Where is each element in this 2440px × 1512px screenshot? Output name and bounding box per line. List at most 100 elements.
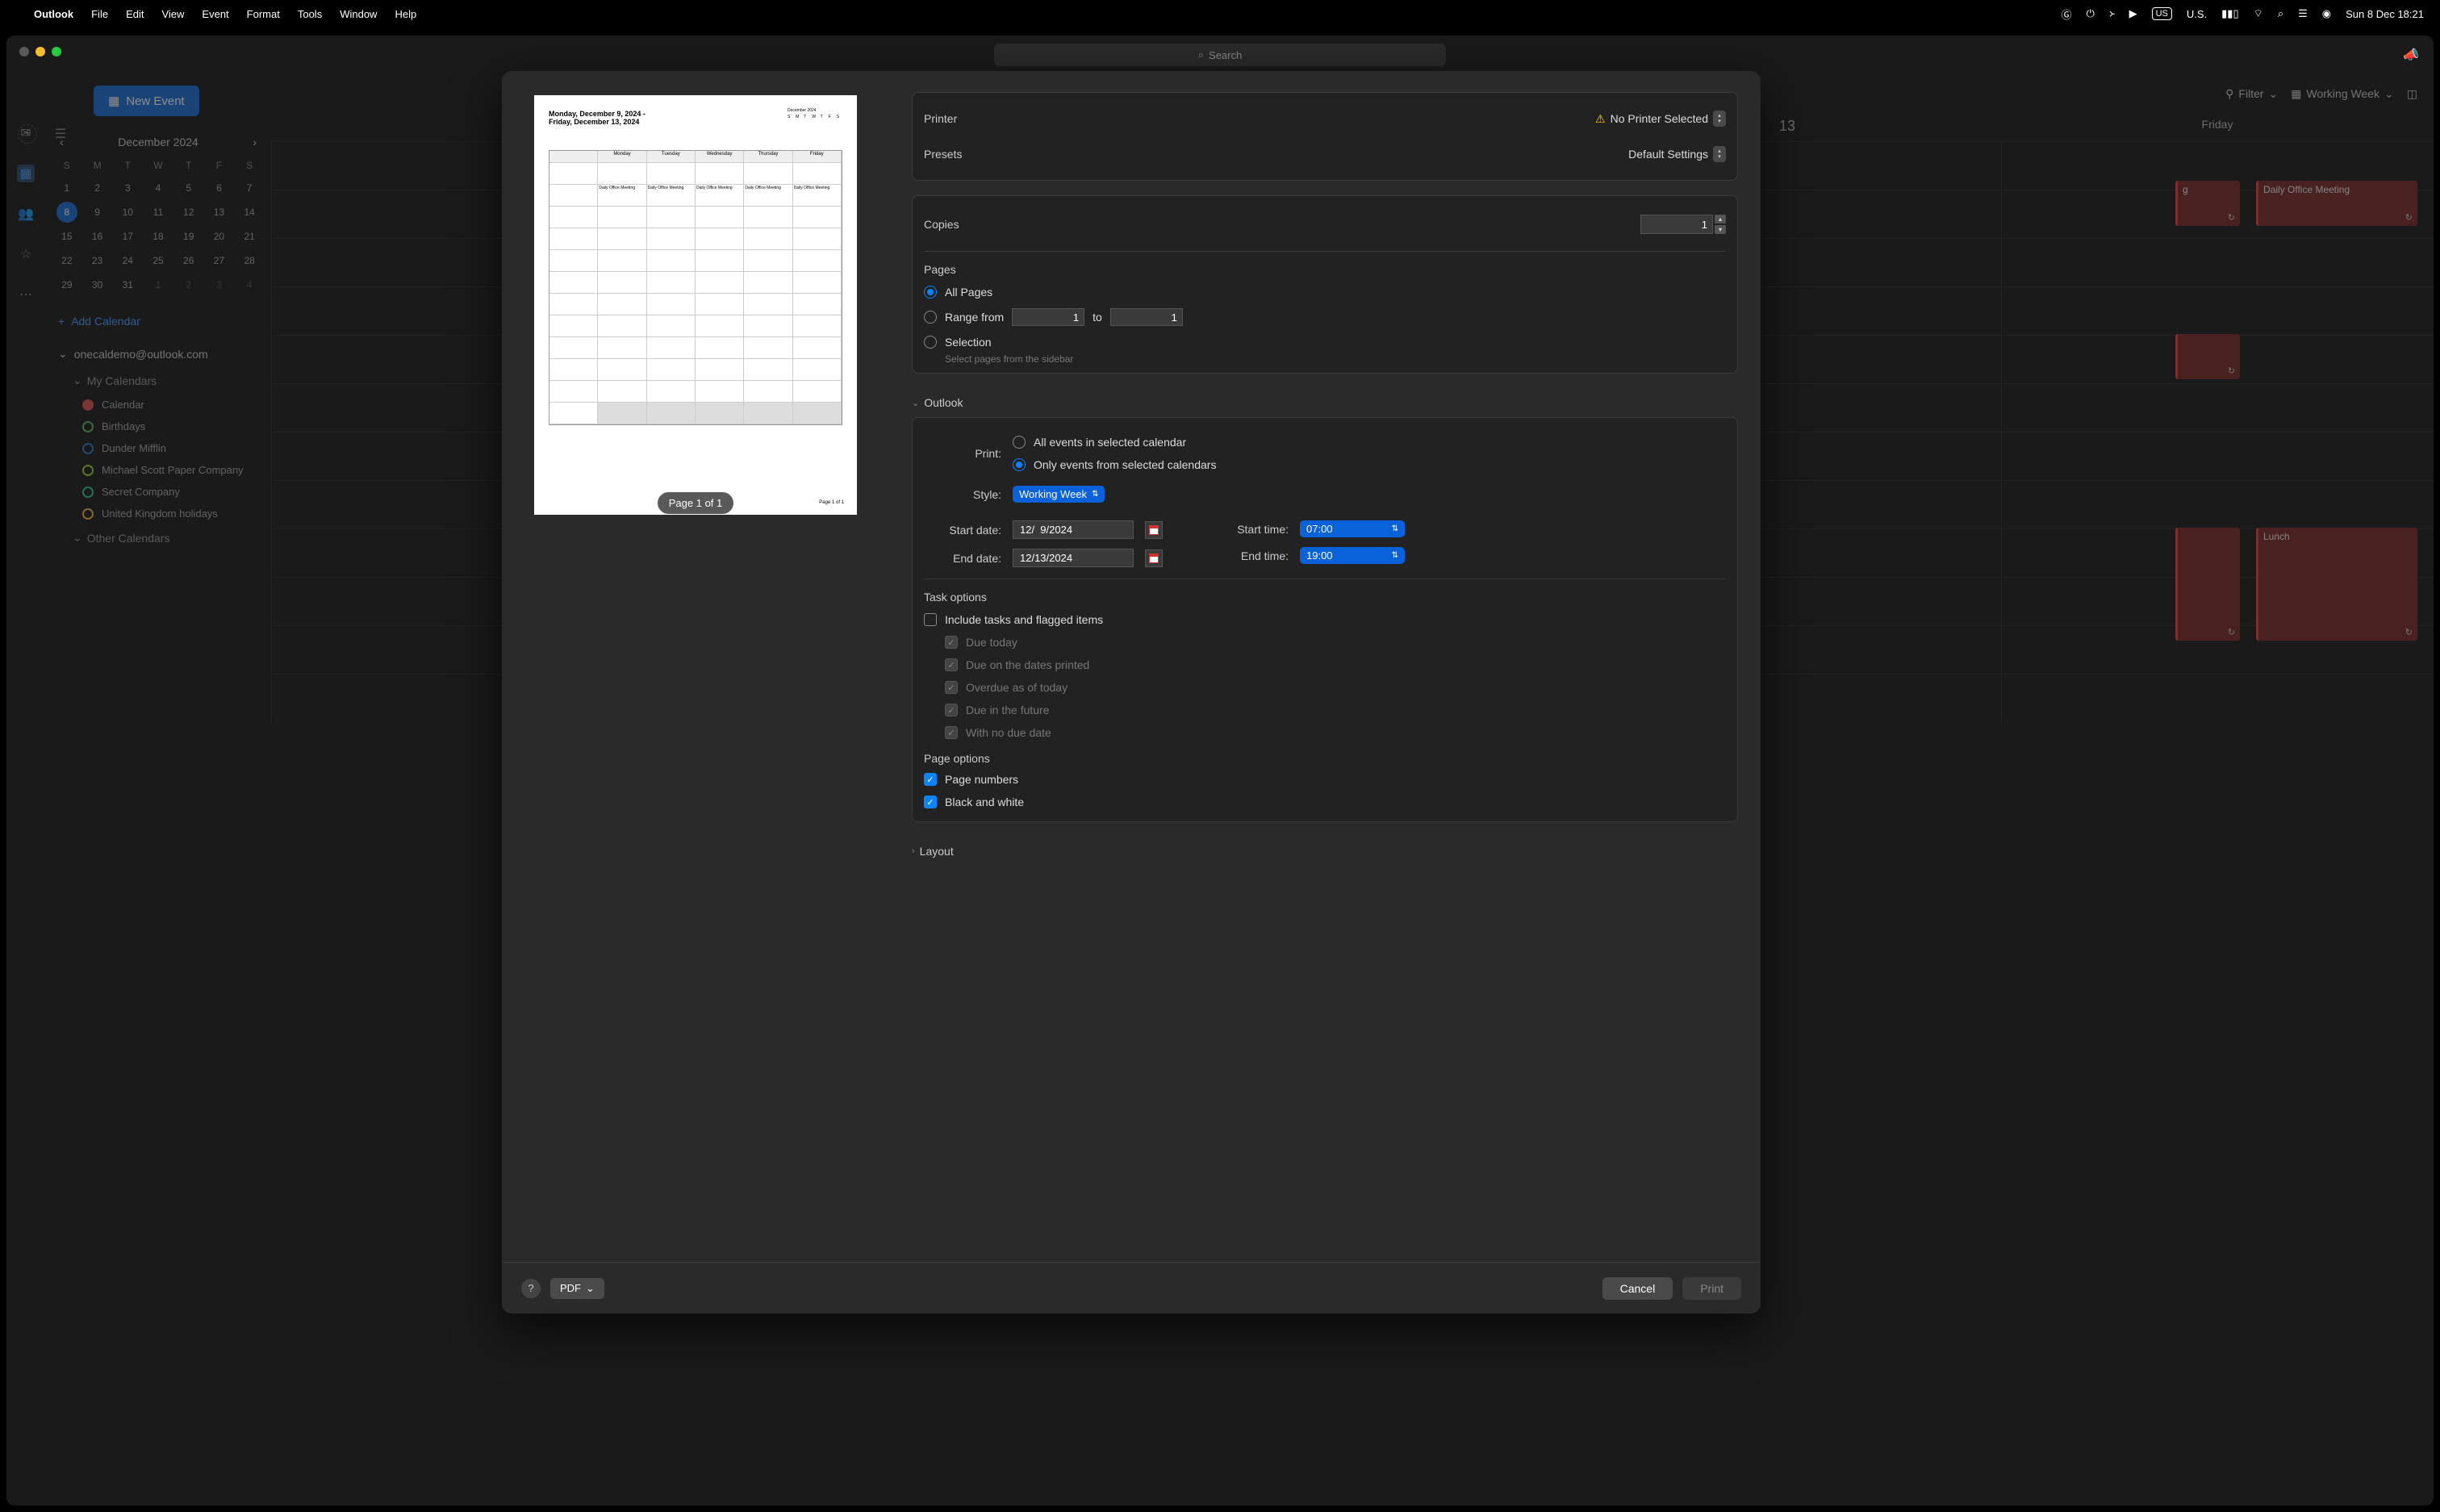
end-date-picker-icon[interactable] [1145,549,1163,567]
control-center-icon[interactable]: ☰ [2298,7,2308,20]
toggle-sidebar-icon[interactable]: ☰ [55,126,66,142]
end-time-select[interactable]: 19:00 ⇅ [1300,547,1405,564]
add-calendar-button[interactable]: + Add Calendar [53,310,263,332]
mini-calendar-day[interactable]: 16 [87,226,108,247]
zoom-window[interactable] [52,47,61,56]
mini-calendar-day[interactable]: 14 [239,202,260,223]
menu-help[interactable]: Help [395,8,416,20]
mini-calendar-day[interactable]: 5 [178,178,199,198]
calendar-item[interactable]: Dunder Mifflin [53,437,263,459]
start-date-input[interactable] [1013,520,1134,539]
help-button[interactable]: ? [521,1279,541,1298]
mini-calendar-day[interactable]: 21 [239,226,260,247]
new-event-button[interactable]: ▦ New Event [94,86,199,116]
range-to-input[interactable] [1110,308,1183,326]
panel-toggle-icon[interactable]: ◫ [2407,87,2417,101]
mini-calendar-day[interactable]: 3 [117,178,138,198]
range-from-input[interactable] [1012,308,1084,326]
next-month-icon[interactable]: › [253,136,257,148]
event-block[interactable]: Daily Office Meeting ↻ [2256,181,2417,226]
calendar-item[interactable]: Birthdays [53,416,263,437]
menu-window[interactable]: Window [340,8,377,20]
announcements-icon[interactable]: 📣 [2403,47,2419,63]
print-only-selected-radio[interactable]: Only events from selected calendars [1013,453,1216,476]
mini-calendar-day[interactable]: 3 [208,274,229,295]
calendar-item[interactable]: Michael Scott Paper Company [53,459,263,481]
pdf-button[interactable]: PDF ⌄ [550,1278,604,1299]
screen-mirroring-icon[interactable]: ▶ [2129,7,2137,20]
cancel-button[interactable]: Cancel [1602,1277,1673,1300]
pages-all-radio[interactable]: All Pages [924,281,1726,303]
calendar-item[interactable]: United Kingdom holidays [53,503,263,524]
layout-section-toggle[interactable]: › Layout [912,837,1738,861]
battery-icon[interactable]: ▮▮▯ [2221,7,2238,20]
stepper-down-icon[interactable]: ▾ [1715,225,1726,234]
close-window[interactable] [19,47,29,56]
calendar-item[interactable]: Calendar [53,394,263,416]
menu-event[interactable]: Event [202,8,228,20]
mini-calendar-day[interactable]: 8 [56,202,77,223]
clock[interactable]: Sun 8 Dec 18:21 [2346,8,2424,20]
start-date-picker-icon[interactable] [1145,521,1163,539]
mini-calendar-day[interactable]: 27 [208,250,229,271]
mini-calendar-day[interactable]: 11 [148,202,169,223]
bluetooth-icon[interactable]: ᚛ [2109,7,2115,20]
spotlight-icon[interactable]: ⌕ [2278,7,2283,20]
calendar-item[interactable]: Secret Company [53,481,263,503]
mini-calendar-day[interactable]: 23 [87,250,108,271]
calendar-icon[interactable]: ▦ [17,165,35,182]
wifi-icon[interactable]: ⌔ [2254,7,2263,20]
mini-calendar-day[interactable]: 29 [56,274,77,295]
other-calendars-group[interactable]: ⌄ Other Calendars [53,524,263,551]
account-row[interactable]: ⌄ onecaldemo@outlook.com [53,340,263,367]
mini-calendar-day[interactable]: 4 [239,274,260,295]
mini-calendar-day[interactable]: 13 [208,202,229,223]
copies-stepper[interactable]: ▴▾ [1640,214,1726,235]
print-button[interactable]: Print [1682,1277,1741,1300]
end-date-input[interactable] [1013,549,1134,567]
stepper-up-icon[interactable]: ▴ [1715,215,1726,223]
siri-icon[interactable]: ◉ [2322,7,2331,20]
presets-select[interactable]: Default Settings ▴▾ [1628,146,1726,162]
pages-selection-radio[interactable]: Selection [924,331,1726,353]
page-numbers-checkbox[interactable]: Page numbers [924,768,1726,791]
mini-calendar-day[interactable]: 4 [148,178,169,198]
mini-calendar-day[interactable]: 1 [148,274,169,295]
more-apps-icon[interactable]: ⋯ [17,286,35,303]
event-block[interactable]: g ↻ [2175,181,2240,226]
search-field[interactable]: ⌕ Search [994,44,1446,66]
include-tasks-checkbox[interactable]: Include tasks and flagged items [924,608,1726,631]
mini-calendar-day[interactable]: 6 [208,178,229,198]
status-icon[interactable]: ⏻ [2087,7,2095,20]
mini-calendar-day[interactable]: 18 [148,226,169,247]
view-mode-button[interactable]: ▦ Working Week ⌄ [2291,87,2393,101]
new-item-button[interactable]: + [18,124,37,144]
mini-calendar-day[interactable]: 17 [117,226,138,247]
mini-calendar-day[interactable]: 24 [117,250,138,271]
outlook-section-toggle[interactable]: ⌄ Outlook [912,388,1738,412]
pages-range-radio[interactable]: Range from to [924,303,1726,331]
printer-select[interactable]: ⚠ No Printer Selected ▴▾ [1595,111,1726,127]
mini-calendar-day[interactable]: 2 [87,178,108,198]
start-time-select[interactable]: 07:00 ⇅ [1300,520,1405,537]
favorites-icon[interactable]: ☆ [17,245,35,263]
event-block[interactable]: ↻ [2175,334,2240,379]
mini-calendar-day[interactable]: 28 [239,250,260,271]
mini-calendar-day[interactable]: 22 [56,250,77,271]
app-menu[interactable]: Outlook [34,8,73,20]
grammarly-icon[interactable]: Ⓖ [2062,6,2072,22]
mini-calendar-day[interactable]: 12 [178,202,199,223]
mini-calendar-day[interactable]: 30 [87,274,108,295]
mini-calendar-day[interactable]: 9 [87,202,108,223]
my-calendars-group[interactable]: ⌄ My Calendars [53,367,263,394]
mini-calendar-day[interactable]: 31 [117,274,138,295]
print-all-events-radio[interactable]: All events in selected calendar [1013,431,1216,453]
menu-format[interactable]: Format [247,8,280,20]
input-source[interactable]: US [2152,7,2172,20]
menu-tools[interactable]: Tools [298,8,322,20]
style-select[interactable]: Working Week ⇅ [1013,486,1105,503]
mini-calendar-day[interactable]: 26 [178,250,199,271]
mini-calendar-day[interactable]: 15 [56,226,77,247]
mini-calendar-day[interactable]: 10 [117,202,138,223]
mini-calendar-day[interactable]: 20 [208,226,229,247]
